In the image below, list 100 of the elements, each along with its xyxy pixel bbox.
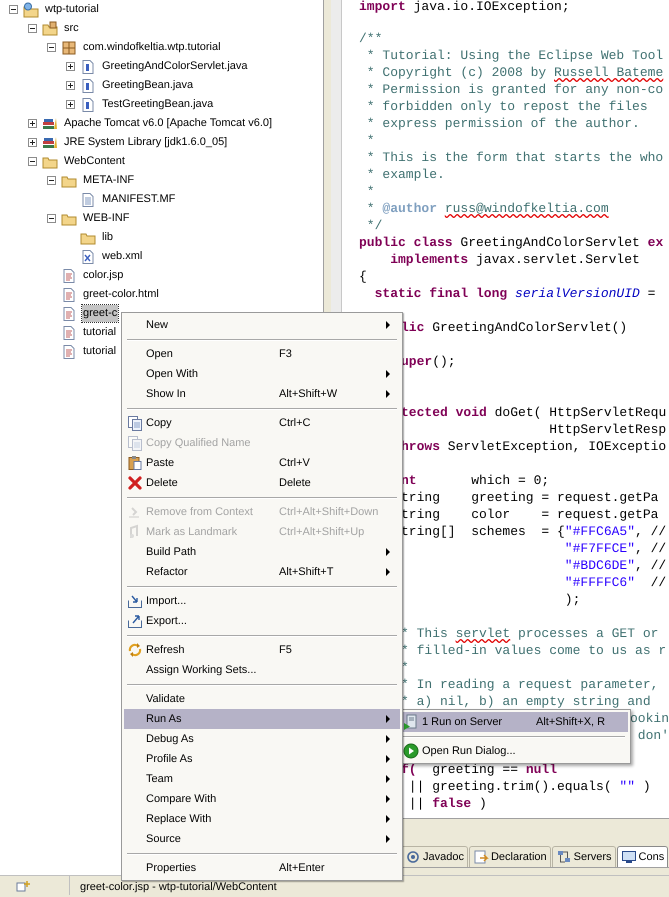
- tree-item[interactable]: greet-color.html: [82, 286, 160, 303]
- menu-item[interactable]: Properties Alt+Enter: [124, 858, 400, 878]
- code-line: *: [366, 133, 375, 148]
- submenu-arrow-icon: [386, 815, 390, 823]
- tree-item[interactable]: META-INF: [82, 172, 136, 189]
- expand-icon[interactable]: [66, 100, 75, 109]
- tree-item[interactable]: com.windofkeltia.wtp.tutorial: [82, 39, 222, 56]
- menu-item[interactable]: Build Path: [124, 542, 400, 562]
- submenu-arrow-icon: [386, 715, 390, 723]
- paste-icon: [127, 455, 143, 471]
- menu-item[interactable]: Open F3: [124, 344, 400, 364]
- tree-item[interactable]: Apache Tomcat v6.0 [Apache Tomcat v6.0]: [63, 115, 274, 132]
- code-line: * Copyright (c) 2008 by Russell Bateme: [366, 65, 664, 80]
- code-line: {: [358, 269, 367, 284]
- code-line: * Permission is granted for any non-co: [366, 82, 664, 97]
- code-line: ookin: [630, 711, 669, 726]
- copy-icon: [127, 415, 143, 431]
- tree-item[interactable]: JRE System Library [jdk1.6.0_05]: [63, 134, 228, 151]
- tree-item[interactable]: TestGreetingBean.java: [101, 96, 214, 113]
- tree-item[interactable]: lib: [101, 229, 114, 246]
- expand-icon[interactable]: [66, 81, 75, 90]
- code-line: *: [366, 184, 375, 199]
- code-line: import java.io.IOException;: [358, 0, 570, 14]
- server-run-icon: [403, 714, 419, 730]
- tree-item[interactable]: tutorial: [82, 324, 118, 341]
- code-line: tring greeting = request.getPa: [400, 490, 658, 505]
- code-line: "#BDC6DE", //: [564, 558, 666, 573]
- submenu-arrow-icon: [386, 775, 390, 783]
- submenu-arrow-icon: [386, 795, 390, 803]
- expand-icon[interactable]: [66, 62, 75, 71]
- menu-item[interactable]: 1 Run on Server Alt+Shift+X, R: [400, 712, 628, 732]
- expand-icon[interactable]: [28, 119, 37, 128]
- expand-icon[interactable]: [28, 138, 37, 147]
- view-tab[interactable]: Servers: [552, 846, 616, 867]
- code-line: * This servlet processes a GET or: [400, 626, 658, 641]
- code-line: don': [636, 728, 669, 743]
- submenu-arrow-icon: [386, 835, 390, 843]
- menu-item[interactable]: Validate: [124, 689, 400, 709]
- code-line: * Tutorial: Using the Eclipse Web Tool: [366, 48, 664, 63]
- tree-item[interactable]: GreetingAndColorServlet.java: [101, 58, 249, 75]
- menu-item[interactable]: Show In Alt+Shift+W: [124, 384, 400, 404]
- collapse-icon[interactable]: [28, 157, 37, 166]
- package-icon: [61, 40, 77, 56]
- code-line: tring color = request.getPa: [400, 507, 658, 522]
- menu-item[interactable]: Delete Delete: [124, 473, 400, 493]
- menu-item[interactable]: Copy Ctrl+C: [124, 413, 400, 433]
- menu-item[interactable]: Open With: [124, 364, 400, 384]
- text-file-icon: [80, 192, 96, 208]
- collapse-icon[interactable]: [9, 5, 18, 14]
- declaration-icon: [472, 849, 489, 865]
- code-line: * In reading a request parameter,: [400, 677, 658, 692]
- code-line: tring[] schemes = {"#FFC6A5", //: [400, 524, 666, 539]
- tree-item[interactable]: MANIFEST.MF: [101, 191, 176, 208]
- tree-item[interactable]: tutorial: [82, 343, 118, 360]
- submenu-arrow-icon: [386, 568, 390, 576]
- menu-item[interactable]: Refresh F5: [124, 640, 400, 660]
- web-file-icon: [61, 344, 77, 360]
- java-file-icon: [80, 58, 96, 74]
- import-icon: [127, 593, 143, 609]
- collapse-icon[interactable]: [47, 43, 56, 52]
- servers-icon: [556, 849, 572, 865]
- menu-item[interactable]: New: [124, 315, 400, 335]
- menu-item[interactable]: Assign Working Sets...: [124, 660, 400, 680]
- code-line: );: [564, 592, 580, 607]
- menu-item[interactable]: Compare With: [124, 789, 400, 809]
- collapse-icon[interactable]: [47, 214, 56, 223]
- menu-item[interactable]: Run As: [124, 709, 400, 729]
- submenu-arrow-icon: [386, 390, 390, 398]
- code-line: HttpServletResp: [548, 422, 666, 437]
- tree-item[interactable]: web.xml: [101, 248, 144, 265]
- tree-item[interactable]: color.jsp: [82, 267, 124, 284]
- view-tab[interactable]: Cons: [616, 846, 668, 867]
- menu-item[interactable]: Source: [124, 829, 400, 849]
- view-tab[interactable]: Javadoc: [401, 846, 468, 867]
- menu-item[interactable]: Replace With: [124, 809, 400, 829]
- menu-item[interactable]: Import...: [124, 591, 400, 611]
- menu-item[interactable]: Paste Ctrl+V: [124, 453, 400, 473]
- tree-item[interactable]: wtp-tutorial: [44, 1, 100, 18]
- menu-item[interactable]: Debug As: [124, 729, 400, 749]
- tree-item[interactable]: GreetingBean.java: [101, 77, 194, 94]
- status-text: greet-color.jsp - wtp-tutorial/WebContent: [80, 880, 277, 894]
- export-icon: [127, 613, 143, 629]
- tree-item[interactable]: WebContent: [63, 153, 126, 170]
- view-tab[interactable]: Declaration: [468, 846, 551, 867]
- menu-item[interactable]: Profile As: [124, 749, 400, 769]
- tree-item[interactable]: greet-c: [82, 305, 118, 322]
- collapse-icon[interactable]: [47, 176, 56, 185]
- menu-item[interactable]: Team: [124, 769, 400, 789]
- project-folder-icon: [23, 2, 39, 18]
- menu-item[interactable]: Export...: [124, 611, 400, 631]
- tree-item[interactable]: src: [63, 20, 80, 37]
- java-file-icon: [80, 78, 96, 94]
- tree-item[interactable]: WEB-INF: [82, 210, 130, 227]
- menu-item[interactable]: Refactor Alt+Shift+T: [124, 562, 400, 582]
- fast-view-icon: [16, 878, 32, 892]
- submenu-arrow-icon: [386, 548, 390, 556]
- menu-item[interactable]: Open Run Dialog...: [400, 741, 628, 761]
- code-line: * express permission of the author.: [366, 116, 640, 131]
- collapse-icon[interactable]: [28, 24, 37, 33]
- code-line: "#FFFFC6" //: [564, 575, 666, 590]
